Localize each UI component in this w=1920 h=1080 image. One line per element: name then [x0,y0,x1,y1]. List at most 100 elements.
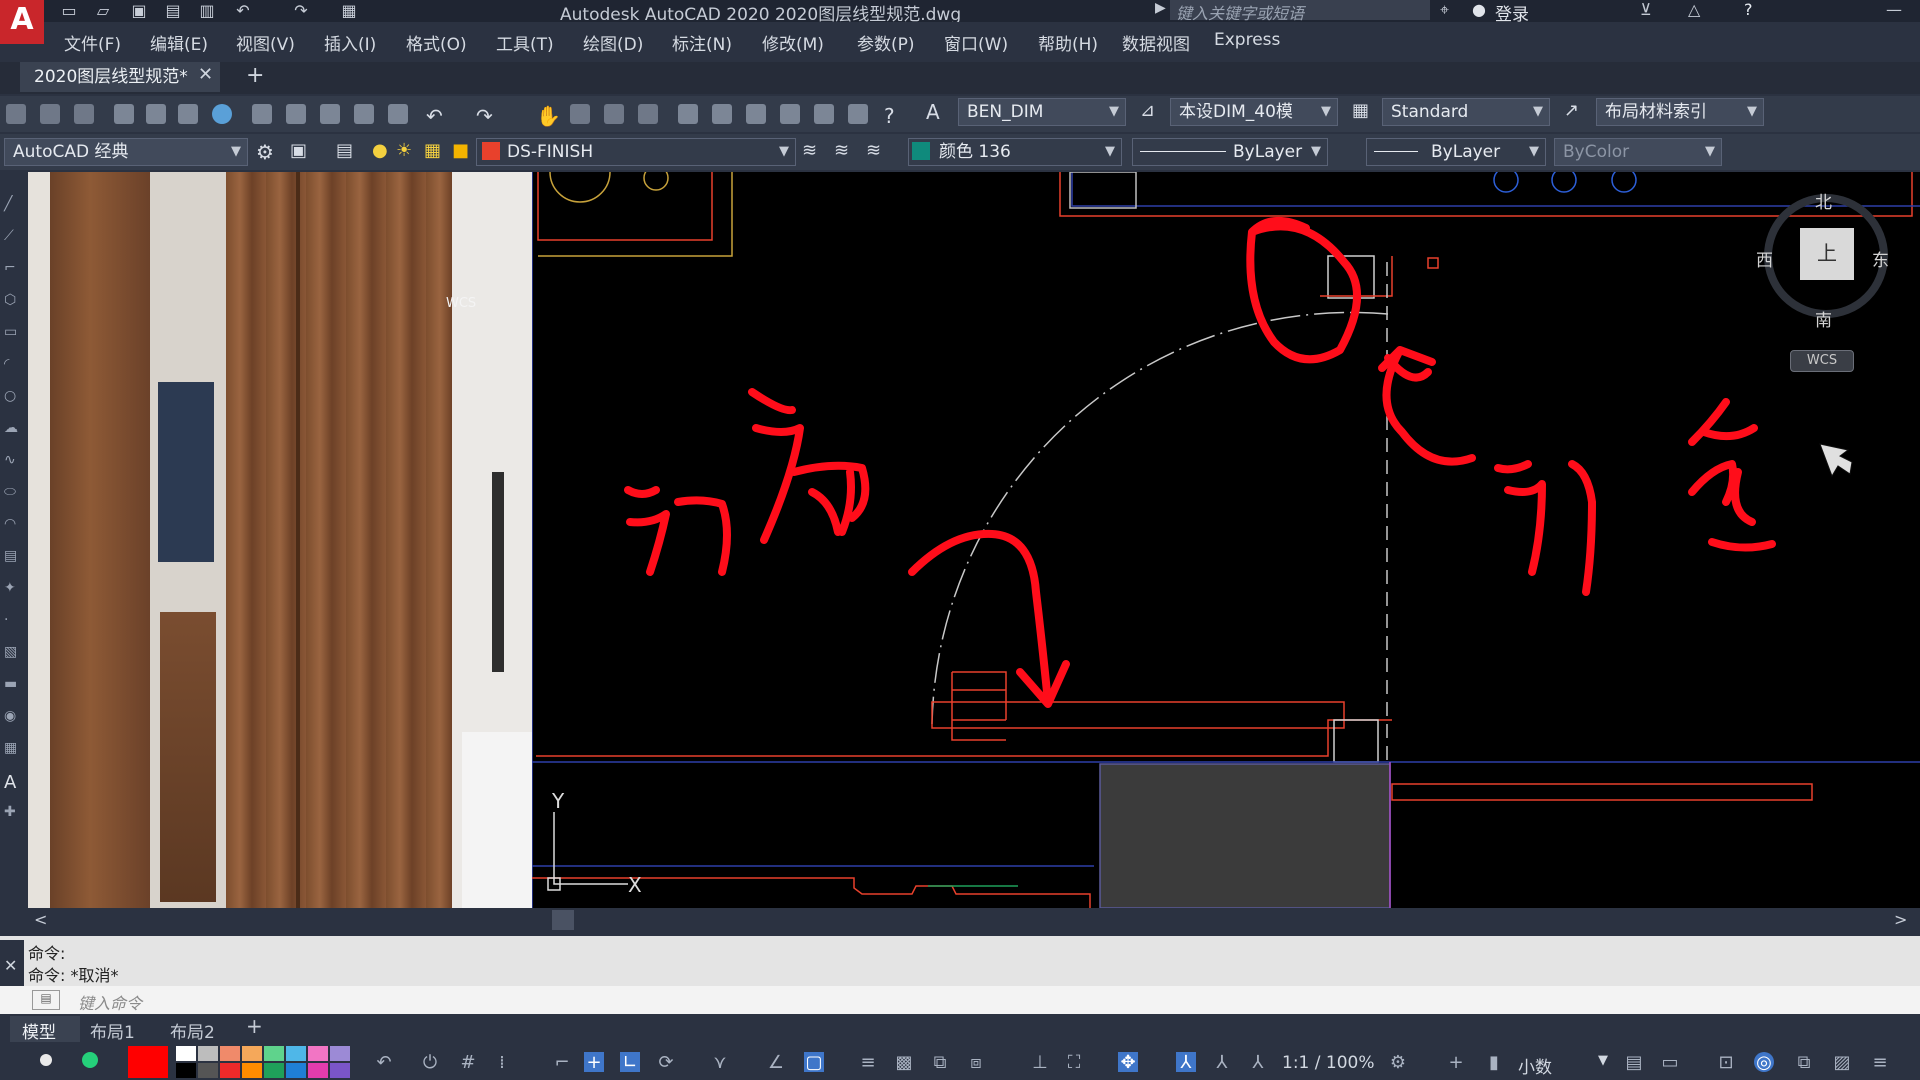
color-swatch[interactable] [176,1063,196,1078]
close-tab-icon[interactable]: ✕ [198,64,213,85]
command-input[interactable]: ▤ 键入命令 [0,986,1920,1014]
menu-draw[interactable]: 绘图(D) [583,30,643,55]
open-icon[interactable] [40,104,60,124]
color-swatch[interactable] [330,1063,350,1078]
user-icon[interactable]: ● [1472,0,1486,19]
hatch-icon[interactable]: ▧ [4,644,20,660]
color-swatch[interactable] [308,1063,328,1078]
minimize-icon[interactable]: — [1886,0,1902,19]
3d-dwf-icon[interactable] [212,104,232,124]
workspace-select[interactable]: AutoCAD 经典 ▼ [4,138,248,166]
auto-scale-icon[interactable]: ⅄ [1212,1052,1232,1073]
pan-icon[interactable]: ✋ [536,104,561,128]
color-swatch[interactable] [128,1046,168,1078]
redo-icon[interactable]: ↷ [476,104,493,128]
layer-states-icon[interactable]: ≋ [866,140,881,161]
menu-format[interactable]: 格式(O) [406,30,467,55]
quick-properties-icon[interactable]: ▤ [1624,1052,1644,1073]
save-icon[interactable]: ▣ [128,1,150,20]
layer-previous-icon[interactable]: ≋ [834,140,849,161]
clean-screen-icon[interactable]: ⧉ [1794,1052,1814,1073]
block-editor-icon[interactable] [388,104,408,124]
layer-properties-icon[interactable]: ▤ [336,140,353,161]
selection-cycling-icon[interactable]: ⧉ [930,1052,950,1073]
color-swatch-palette[interactable] [128,1042,360,1080]
freeze-vp-icon[interactable]: ▦ [424,140,441,161]
graphics-icon[interactable]: ▨ [1832,1052,1852,1073]
color-swatch[interactable] [242,1063,262,1078]
zoom-realtime-icon[interactable] [570,104,590,124]
menu-modify[interactable]: 修改(M) [762,30,824,55]
menu-parametric[interactable]: 参数(P) [857,30,915,55]
print-icon[interactable]: ▥ [196,1,218,20]
insert-block-icon[interactable]: ▤ [4,548,20,564]
help-icon[interactable]: ? [884,104,895,128]
hardware-acceleration-icon[interactable]: ◎ [1754,1052,1774,1073]
zoom-window-icon[interactable] [604,104,624,124]
ellipse-arc-icon[interactable]: ◠ [4,516,20,532]
color-swatch[interactable] [220,1046,240,1061]
spline-icon[interactable]: ∿ [4,452,20,468]
drawing-viewport[interactable]: Y X 上 北 南 东 西 WCS [532,172,1920,908]
circle-icon[interactable]: ○ [4,388,20,404]
annomonitor-icon[interactable]: + [1446,1052,1466,1073]
save-icon[interactable] [74,104,94,124]
table-style-icon[interactable]: ▦ [1352,100,1369,121]
search-input[interactable]: 键入关键字或短语 [1170,0,1430,23]
preview-icon[interactable] [146,104,166,124]
unlock-icon[interactable]: ■ [452,140,469,161]
viewcube-west[interactable]: 西 [1756,246,1773,271]
status-dot-icon[interactable] [40,1054,52,1066]
menu-dimension[interactable]: 标注(N) [672,30,732,55]
lightbulb-icon[interactable]: ● [372,140,388,161]
color-swatch[interactable] [308,1046,328,1061]
polygon-icon[interactable]: ⬡ [4,292,20,308]
document-tab[interactable]: 2020图层线型规范* [20,62,220,92]
viewcube-top-face[interactable]: 上 [1800,228,1854,280]
viewcube-south[interactable]: 南 [1815,306,1832,331]
dynamic-input-icon[interactable]: + [584,1052,604,1073]
plot-icon[interactable] [114,104,134,124]
close-icon[interactable]: ✕ [4,956,17,975]
undo-icon[interactable]: ↶ [426,104,443,128]
selection-filter-icon[interactable]: ⛶ [1064,1052,1084,1073]
add-selected-icon[interactable]: ✚ [4,804,20,820]
isolate-objects-icon[interactable]: ⊡ [1716,1052,1736,1073]
zoom-previous-icon[interactable] [638,104,658,124]
ucs-dynamic-icon[interactable]: ⊥ [1030,1052,1050,1073]
status-green-icon[interactable] [82,1052,98,1068]
grid-icon[interactable]: # [458,1052,478,1073]
redo-icon[interactable]: ↷ [290,1,312,20]
units-value[interactable]: 小数 [1518,1053,1552,1078]
object-snap-icon[interactable]: ▢ [804,1052,824,1073]
make-current-icon[interactable]: ≋ [802,140,817,161]
markup-icon[interactable] [814,104,834,124]
arc-icon[interactable]: ◜ [4,356,20,372]
undo-icon[interactable]: ↶ [232,1,254,20]
paste-icon[interactable] [320,104,340,124]
color-swatch[interactable] [330,1046,350,1061]
text-style-icon[interactable]: A [926,100,940,124]
menu-edit[interactable]: 编辑(E) [150,30,208,55]
binoculars-icon[interactable]: ⌖ [1440,0,1449,20]
new-icon[interactable] [6,104,26,124]
table-icon[interactable]: ▦ [4,740,20,756]
lock-ui-icon[interactable]: ▭ [1660,1052,1680,1073]
wcs-menu-button[interactable]: WCS [1790,350,1854,372]
gear-icon[interactable]: ⚙ [1388,1052,1408,1073]
dim-style-icon[interactable]: ⊿ [1140,100,1155,121]
line-icon[interactable]: ╱ [4,196,20,212]
construction-line-icon[interactable]: ⟋ [4,228,20,244]
menu-data-view[interactable]: 数据视图 [1122,30,1190,55]
region-icon[interactable]: ◉ [4,708,20,724]
cart-icon[interactable]: ⊻ [1640,0,1652,19]
horizontal-scrollbar[interactable] [28,908,1920,932]
drawing-canvas[interactable]: Y X [532,172,1920,908]
design-center-icon[interactable] [712,104,732,124]
properties-icon[interactable] [678,104,698,124]
color-swatch[interactable] [264,1046,284,1061]
polar-icon[interactable]: ⟳ [656,1052,676,1073]
menu-file[interactable]: 文件(F) [64,30,121,55]
copy-icon[interactable] [286,104,306,124]
color-swatch[interactable] [198,1063,218,1078]
